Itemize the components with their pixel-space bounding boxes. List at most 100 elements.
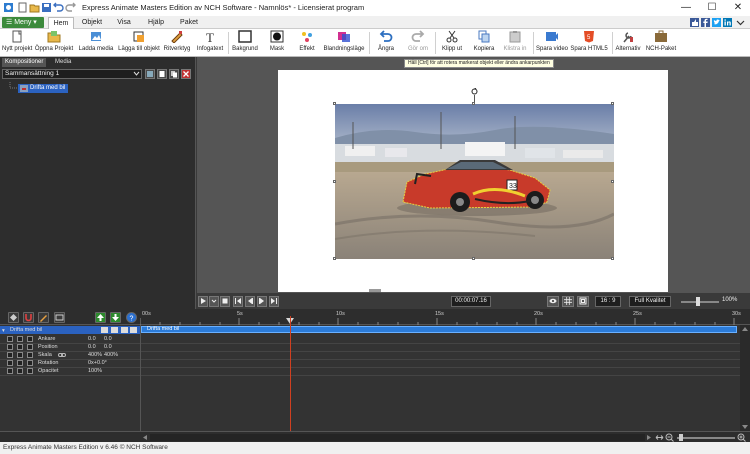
keyframe-toggle-button[interactable] [17,336,23,342]
layer-row[interactable]: ▾ Drifta med bil [0,326,140,334]
mask-button[interactable]: Mask [264,30,290,56]
move-down-button[interactable] [110,312,121,323]
play-dropdown-button[interactable] [209,296,219,307]
resize-handle-b[interactable] [472,257,475,260]
keyframe-prev-button[interactable] [7,352,13,358]
insert-text-button[interactable]: T Infogatext [194,30,226,56]
redo-quick-icon[interactable] [65,2,76,13]
go-start-button[interactable] [233,296,243,307]
save-video-button[interactable]: Spara video [536,30,568,56]
magnet-button[interactable] [23,312,34,323]
safe-area-button[interactable] [577,296,589,307]
tab-hjalp[interactable]: Hjälp [144,17,168,29]
composition-stage[interactable]: 33 [278,70,668,292]
undo-button[interactable]: Ångra [372,30,400,56]
tab-visa[interactable]: Visa [112,17,136,29]
new-composition-button[interactable] [157,69,167,79]
layer-clip-bar[interactable]: Drifta med bil [141,326,737,333]
property-value-y[interactable]: 0.0 [104,335,112,343]
cut-button[interactable]: Klipp ut [438,30,466,56]
thumbs-up-icon[interactable] [690,18,699,27]
visibility-toggle-icon[interactable] [101,327,108,333]
rotate-handle-icon[interactable] [471,88,478,95]
open-project-button[interactable]: Öppna Projekt [32,30,76,56]
current-time-display[interactable]: 00:00:07.16 [451,296,491,307]
audio-toggle-icon[interactable] [130,327,137,333]
resize-handle-tr[interactable] [611,102,614,105]
property-value-y[interactable]: 0.0 [104,343,112,351]
save-icon[interactable] [41,2,52,13]
property-row[interactable]: Skala 400% 400% [0,351,140,359]
duplicate-composition-button[interactable] [169,69,179,79]
next-frame-button[interactable] [257,296,267,307]
copy-button[interactable]: Kopiera [470,30,498,56]
keyframe-next-button[interactable] [27,344,33,350]
timeline-horizontal-scrollbar[interactable] [150,434,645,441]
new-project-button[interactable]: Nytt projekt [2,30,32,56]
blend-mode-button[interactable]: Blandningsläge [322,30,366,56]
keyframe-prev-button[interactable] [7,344,13,350]
tab-kompositioner[interactable]: Kompositioner [2,58,47,67]
keyframe-prev-button[interactable] [7,360,13,366]
property-value-x[interactable]: 0x+0.0° [88,359,107,367]
collapse-icon[interactable]: ▾ [2,327,7,334]
zoom-slider-track[interactable] [681,301,719,303]
resize-handle-r[interactable] [611,180,614,183]
scroll-up-icon[interactable] [741,326,749,332]
timeline-zoom-thumb[interactable] [679,434,683,441]
property-value-x[interactable]: 0.0 [88,335,96,343]
resize-handle-t[interactable] [472,102,475,105]
keyframe-next-button[interactable] [27,336,33,342]
nch-suite-button[interactable]: NCH-Paket [644,30,678,56]
effect-button[interactable]: Effekt [294,30,320,56]
paste-button[interactable]: Klistra in [500,30,530,56]
quality-select[interactable]: Full Kvalitet [629,296,671,307]
chevron-down-icon[interactable] [133,71,140,77]
keyframe-tool-button[interactable] [8,312,19,323]
zoom-out-icon[interactable] [665,433,674,442]
maximize-button[interactable]: ☐ [700,0,724,16]
tab-hem[interactable]: Hem [48,17,74,29]
property-row[interactable]: Position 0.0 0.0 [0,343,140,351]
keyframe-toggle-button[interactable] [17,344,23,350]
scroll-right-icon[interactable] [646,434,652,441]
add-object-button[interactable]: Lägga till objekt [116,30,162,56]
play-button[interactable] [198,296,208,307]
linkedin-icon[interactable] [723,18,732,27]
zoom-in-icon[interactable] [737,433,746,442]
facebook-icon[interactable] [701,18,710,27]
delete-composition-button[interactable] [181,69,191,79]
background-button[interactable]: Bakgrund [230,30,260,56]
lock-toggle-icon[interactable] [111,327,118,333]
timeline-zoom-track[interactable] [677,437,735,439]
tab-objekt[interactable]: Objekt [78,17,106,29]
fit-timeline-icon[interactable] [655,433,664,442]
property-value-x[interactable]: 100% [88,367,102,375]
property-value-x[interactable]: 0.0 [88,343,96,351]
aspect-ratio-select[interactable]: 16 : 9 [595,296,621,307]
twitter-icon[interactable] [712,18,721,27]
keyframe-prev-button[interactable] [7,336,13,342]
timeline-help-button[interactable]: ? [126,312,137,323]
go-end-button[interactable] [269,296,279,307]
undo-quick-icon[interactable] [53,2,64,13]
link-icon[interactable] [58,353,66,357]
prev-frame-button[interactable] [245,296,255,307]
timeline-vertical-scrollbar[interactable] [740,325,750,431]
stop-button[interactable] [220,296,230,307]
property-row[interactable]: Opacitet 100% [0,367,140,375]
keyframe-toggle-button[interactable] [17,352,23,358]
keyframe-toggle-button[interactable] [17,368,23,374]
property-value-y[interactable]: 400% [104,351,118,359]
resize-handle-tl[interactable] [333,102,336,105]
composition-select[interactable]: Sammansättning 1 [2,69,142,79]
open-folder-icon[interactable] [29,2,40,13]
keyframe-toggle-button[interactable] [17,360,23,366]
composition-settings-button[interactable] [145,69,155,79]
minimize-button[interactable]: — [674,0,698,16]
layer-settings-button[interactable] [54,312,65,323]
close-button[interactable]: ✕ [726,0,750,16]
timeline-ruler[interactable]: 00s 5s 10s 15s 20s 25s 30s [140,309,750,325]
property-row[interactable]: Ankare 0.0 0.0 [0,335,140,343]
keyframe-next-button[interactable] [27,368,33,374]
